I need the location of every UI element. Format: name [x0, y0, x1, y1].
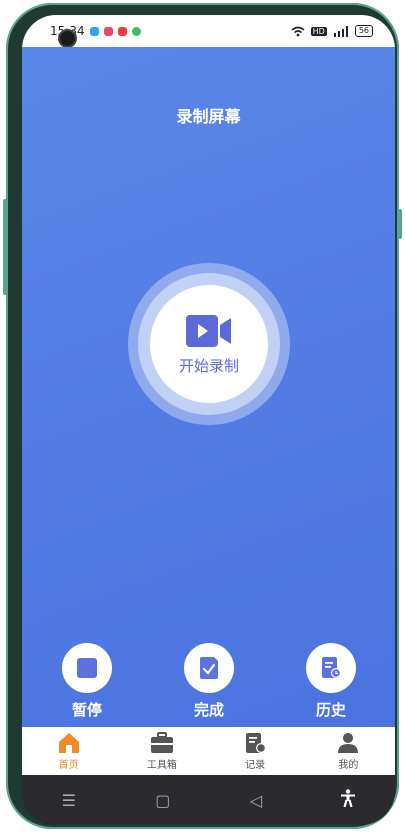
video-camera-icon: [186, 314, 231, 347]
notification-icon: [117, 26, 127, 36]
record-button-ring[interactable]: 开始录制: [128, 263, 290, 425]
tab-home-label: 首页: [58, 759, 79, 771]
tab-toolbox-label: 工具箱: [146, 759, 177, 771]
back-icon[interactable]: ◁: [250, 791, 262, 810]
done-button[interactable]: 完成: [179, 643, 239, 720]
pause-circle: [62, 643, 112, 693]
home-nav-icon[interactable]: ▢: [155, 791, 170, 810]
menu-icon[interactable]: ☰: [62, 791, 76, 810]
status-bar: 15:34 HD 56: [22, 15, 395, 47]
wifi-icon: [291, 26, 305, 36]
record-icon: [246, 732, 267, 753]
toolbox-icon: [150, 731, 173, 753]
side-button: [3, 199, 7, 295]
notification-icon: [103, 26, 113, 36]
pause-label: 暂停: [71, 701, 102, 719]
side-button: [398, 209, 402, 239]
pause-button[interactable]: 暂停: [57, 643, 117, 720]
main-area: 录制屏幕 开始录制 暂停 完成 历史: [22, 47, 395, 727]
status-right: HD 56: [291, 25, 373, 37]
tab-records-label: 记录: [245, 759, 266, 771]
notification-icon: [89, 26, 99, 36]
pause-icon: [77, 658, 97, 678]
battery-icon: 56: [354, 25, 373, 37]
hd-badge: HD: [310, 26, 327, 36]
history-label: 历史: [315, 701, 346, 719]
done-circle: [184, 643, 234, 693]
bottom-tab-bar: 首页 工具箱 记录 我的: [22, 727, 395, 775]
tab-profile-label: 我的: [338, 759, 359, 771]
front-camera: [58, 29, 77, 48]
home-icon: [58, 732, 79, 753]
history-button[interactable]: 历史: [301, 643, 361, 720]
tab-toolbox[interactable]: 工具箱: [132, 731, 192, 771]
done-label: 完成: [193, 701, 224, 719]
screen: 15:34 HD 56: [22, 15, 395, 825]
profile-icon: [338, 732, 359, 753]
system-nav-bar: ☰ ▢ ◁: [22, 775, 395, 825]
history-icon: [322, 657, 341, 678]
tab-profile[interactable]: 我的: [318, 732, 378, 771]
tab-home[interactable]: 首页: [39, 732, 99, 771]
start-record-label: 开始录制: [178, 356, 239, 375]
page-title: 录制屏幕: [176, 107, 241, 126]
accessibility-figure: [341, 789, 356, 808]
notification-icon: [131, 26, 141, 36]
signal-icon: [333, 25, 348, 37]
done-icon: [200, 657, 218, 679]
tab-records[interactable]: 记录: [225, 732, 285, 771]
phone-frame: 15:34 HD 56: [3, 3, 402, 829]
history-circle: [306, 643, 356, 693]
accessibility-icon[interactable]: [341, 789, 356, 811]
start-record-button[interactable]: 开始录制: [150, 285, 268, 403]
